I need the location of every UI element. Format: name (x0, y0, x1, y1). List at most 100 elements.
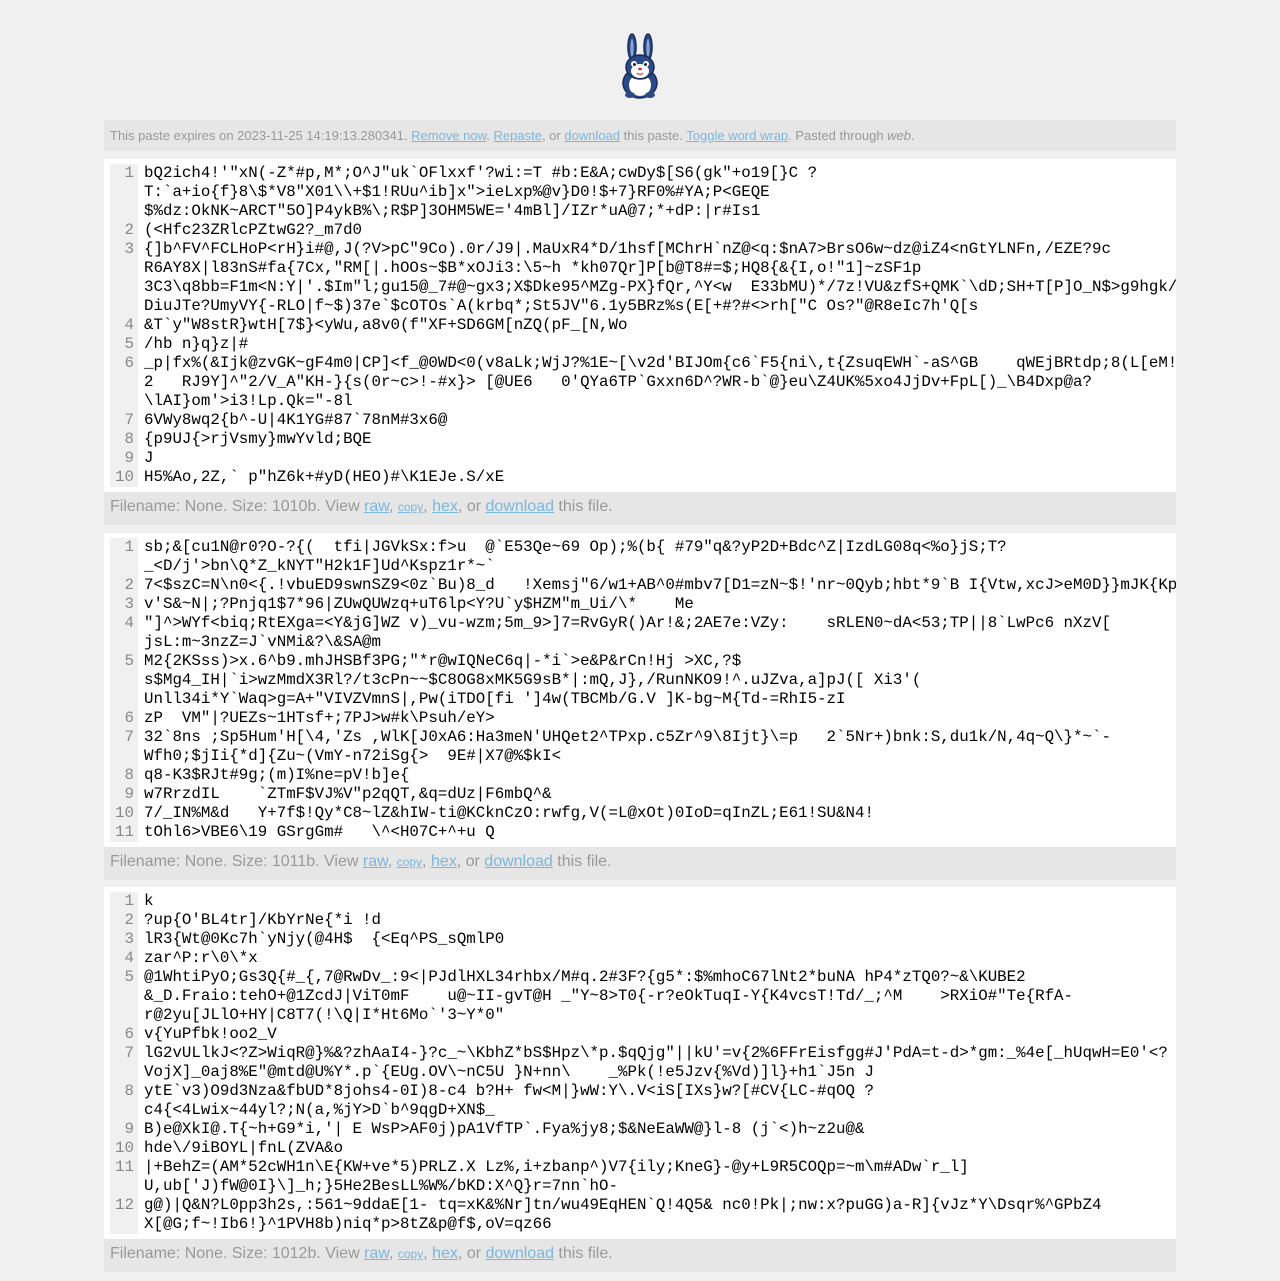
code-line: 11 tOhl6>VBE6\19 GSrgGm# \^<H07C+^+u Q (104, 823, 1176, 842)
code-line: 12 g@)|Q&N?L0pp3h2s,:561~9ddaE[1- tq=xK&%… (104, 1196, 1176, 1234)
line-number[interactable]: 9 (104, 1120, 134, 1139)
code-line: 9 w7RrzdIL `ZTmF$VJ%V"p2qQT,&q=dUz|F6mbQ^… (104, 785, 1176, 804)
code-line: 6 zP VM"|?UEZs~1HTsf+;7PJ>w#k\Psuh/eY> (104, 709, 1176, 728)
copy-link[interactable]: copy (397, 855, 422, 869)
copy-link[interactable]: copy (398, 500, 423, 514)
line-number[interactable]: 9 (104, 449, 134, 468)
line-number[interactable]: 4 (104, 614, 134, 652)
line-text: H5%Ao,2Z,` p"hZ6k+#yD(HEO)#\K1EJe.S/xE (144, 468, 505, 486)
line-number[interactable]: 2 (104, 576, 134, 595)
footer-sep: , or (457, 498, 486, 515)
line-number[interactable]: 6 (104, 709, 134, 728)
line-text: {]b^FV^FCLHoP<rH}i#@,J(?V>pC"9Co).0r/J9|… (144, 240, 1176, 315)
copy-link[interactable]: copy (398, 1247, 423, 1261)
line-text: {p9UJ{>rjVsmy}mwYvld;BQE (144, 430, 372, 448)
file-footer: Filename: None. Size: 1012b. View raw, c… (104, 1239, 1176, 1272)
line-text: |+BehZ=(AM*52cWH1n\E{KW+ve*5)PRLZ.X Lz%,… (144, 1158, 969, 1195)
code-line: 3 lR3{Wt@0Kc7h`yNjy(@4H$ {<Eq^PS_sQmlP0 (104, 930, 1176, 949)
paste-file-1: 1 bQ2ich4!'"xN(-Z*#p,M*;O^J"uk`OFlxxf'?wi… (104, 159, 1176, 525)
line-number[interactable]: 5 (104, 335, 134, 354)
line-number[interactable]: 1 (104, 164, 134, 221)
code-line: 5 @1WhtiPyO;Gs3Q{#_{,7@RwDv_:9<|PJdlHXL34… (104, 968, 1176, 1025)
file-footer: Filename: None. Size: 1011b. View raw, c… (104, 847, 1176, 880)
line-text: k (144, 892, 154, 910)
line-number[interactable]: 10 (104, 804, 134, 823)
remove-now-link[interactable]: Remove now (411, 128, 486, 143)
view-hex-link[interactable]: hex (432, 498, 458, 515)
line-number[interactable]: 6 (104, 354, 134, 411)
code-line: 3 v'S&~N|;?Pnjq1$7*96|ZUwQUWzq+uT6lp<Y?U`… (104, 595, 1176, 614)
line-number[interactable]: 12 (104, 1196, 134, 1234)
footer-sep: , (423, 498, 433, 515)
line-number[interactable]: 9 (104, 785, 134, 804)
code-line: 3 {]b^FV^FCLHoP<rH}i#@,J(?V>pC"9Co).0r/J9… (104, 240, 1176, 316)
code-line: 5/hb n}q}z|# (104, 335, 1176, 354)
code-block: 1 sb;&[cu1N@r0?O-?{( tfi|JGVkSx:f>u @`E53… (104, 533, 1176, 847)
file-info: Filename: None. Size: 1010b. View (110, 498, 365, 515)
code-line: 4 zar^P:r\0\*x (104, 949, 1176, 968)
footer-sep: , or (457, 1245, 486, 1262)
line-number[interactable]: 4 (104, 316, 134, 335)
line-number[interactable]: 7 (104, 1044, 134, 1082)
line-text: ytE`v3)O9d3Nza&fbUD*8johs4-0I)8-c4 b?H+ … (144, 1082, 874, 1119)
code-line: 8 q8-K3$RJt#9g;(m)I%ne=pV!b]e{ (104, 766, 1176, 785)
line-number[interactable]: 5 (104, 652, 134, 709)
line-number[interactable]: 1 (104, 892, 134, 911)
line-number[interactable]: 8 (104, 430, 134, 449)
line-text: 7/_IN%M&d Y+7f$!Qy*C8~lZ&hIW-ti@KCknCzO:… (144, 804, 874, 822)
footer-sep: , (422, 853, 431, 870)
line-number[interactable]: 2 (104, 911, 134, 930)
view-raw-link[interactable]: raw (364, 498, 389, 515)
line-number[interactable]: 7 (104, 728, 134, 766)
line-number[interactable]: 2 (104, 221, 134, 240)
line-text: ?up{O'BL4tr]/KbYrNe{*i !d (144, 911, 381, 929)
code-line: 10 H5%Ao,2Z,` p"hZ6k+#yD(HEO)#\K1EJe.S/xE (104, 468, 1176, 487)
notice-sep: . Pasted through (788, 128, 888, 143)
download-paste-link[interactable]: download (564, 128, 620, 143)
line-number[interactable]: 3 (104, 930, 134, 949)
footer-suffix: this file. (552, 853, 612, 870)
line-number[interactable]: 7 (104, 411, 134, 430)
code-line: 4 &T`y"W8stR}wtH[7$}<yWu,a8v0(f"XF+SD6GM[… (104, 316, 1176, 335)
code-line: 2 (<Hfc23ZRlcPZtwG2?_m7d0 (104, 221, 1176, 240)
line-text: J (144, 449, 154, 467)
line-number[interactable]: 8 (104, 766, 134, 785)
code-line: 2 ?up{O'BL4tr]/KbYrNe{*i !d (104, 911, 1176, 930)
line-text: B)e@XkI@.T{~h+G9*i,'| E WsP>AF0j)pA1VfTP… (144, 1120, 865, 1138)
line-text: zP VM"|?UEZs~1HTsf+;7PJ>w#k\Psuh/eY> (144, 709, 495, 727)
notice-sep: . (486, 128, 494, 143)
line-number[interactable]: 10 (104, 1139, 134, 1158)
line-number[interactable]: 1 (104, 538, 134, 576)
file-footer: Filename: None. Size: 1010b. View raw, c… (104, 492, 1176, 525)
code-line: 9 B)e@XkI@.T{~h+G9*i,'| E WsP>AF0j)pA1VfT… (104, 1120, 1176, 1139)
rabbit-mascot-icon (619, 33, 661, 99)
download-file-link[interactable]: download (485, 1245, 554, 1262)
line-text: 6VWy8wq2{b^-U|4K1YG#87`78nM#3x6@ (144, 411, 448, 429)
code-line: 5 M2{2KSss)>x.6^b9.mhJHSBf3PG;"*r@wIQNeC6… (104, 652, 1176, 709)
line-number[interactable]: 8 (104, 1082, 134, 1120)
line-number[interactable]: 11 (104, 823, 134, 842)
line-number[interactable]: 6 (104, 1025, 134, 1044)
line-text: "]^>WYf<biq;RtEXga=<Y&jG]WZ v)_vu-wzm;5m… (144, 614, 1111, 651)
view-hex-link[interactable]: hex (431, 853, 457, 870)
code-line: 7 lG2vULlkJ<?Z>WiqR@}%&?zhAaI4-}?c_~\KbhZ… (104, 1044, 1176, 1082)
file-info: Filename: None. Size: 1011b. View (110, 853, 363, 870)
view-hex-link[interactable]: hex (432, 1245, 458, 1262)
view-raw-link[interactable]: raw (363, 853, 388, 870)
download-file-link[interactable]: download (484, 853, 553, 870)
line-number[interactable]: 11 (104, 1158, 134, 1196)
footer-sep: , (388, 1245, 398, 1262)
repaste-link[interactable]: Repaste (494, 128, 542, 143)
download-file-link[interactable]: download (485, 498, 554, 515)
line-text: lR3{Wt@0Kc7h`yNjy(@4H$ {<Eq^PS_sQmlP0 (144, 930, 505, 948)
line-number[interactable]: 3 (104, 595, 134, 614)
expiry-notice: This paste expires on 2023-11-25 14:19:1… (104, 120, 1176, 151)
line-number[interactable]: 5 (104, 968, 134, 1025)
toggle-word-wrap-link[interactable]: Toggle word wrap (686, 128, 788, 143)
line-number[interactable]: 4 (104, 949, 134, 968)
view-raw-link[interactable]: raw (364, 1245, 389, 1262)
code-line: 10 7/_IN%M&d Y+7f$!Qy*C8~lZ&hIW-ti@KCknCz… (104, 804, 1176, 823)
code-line: 7 32`8ns ;Sp5Hum'H[\4,'Zs ,WlK[J0xA6:Ha3m… (104, 728, 1176, 766)
line-number[interactable]: 3 (104, 240, 134, 316)
line-number[interactable]: 10 (104, 468, 134, 487)
